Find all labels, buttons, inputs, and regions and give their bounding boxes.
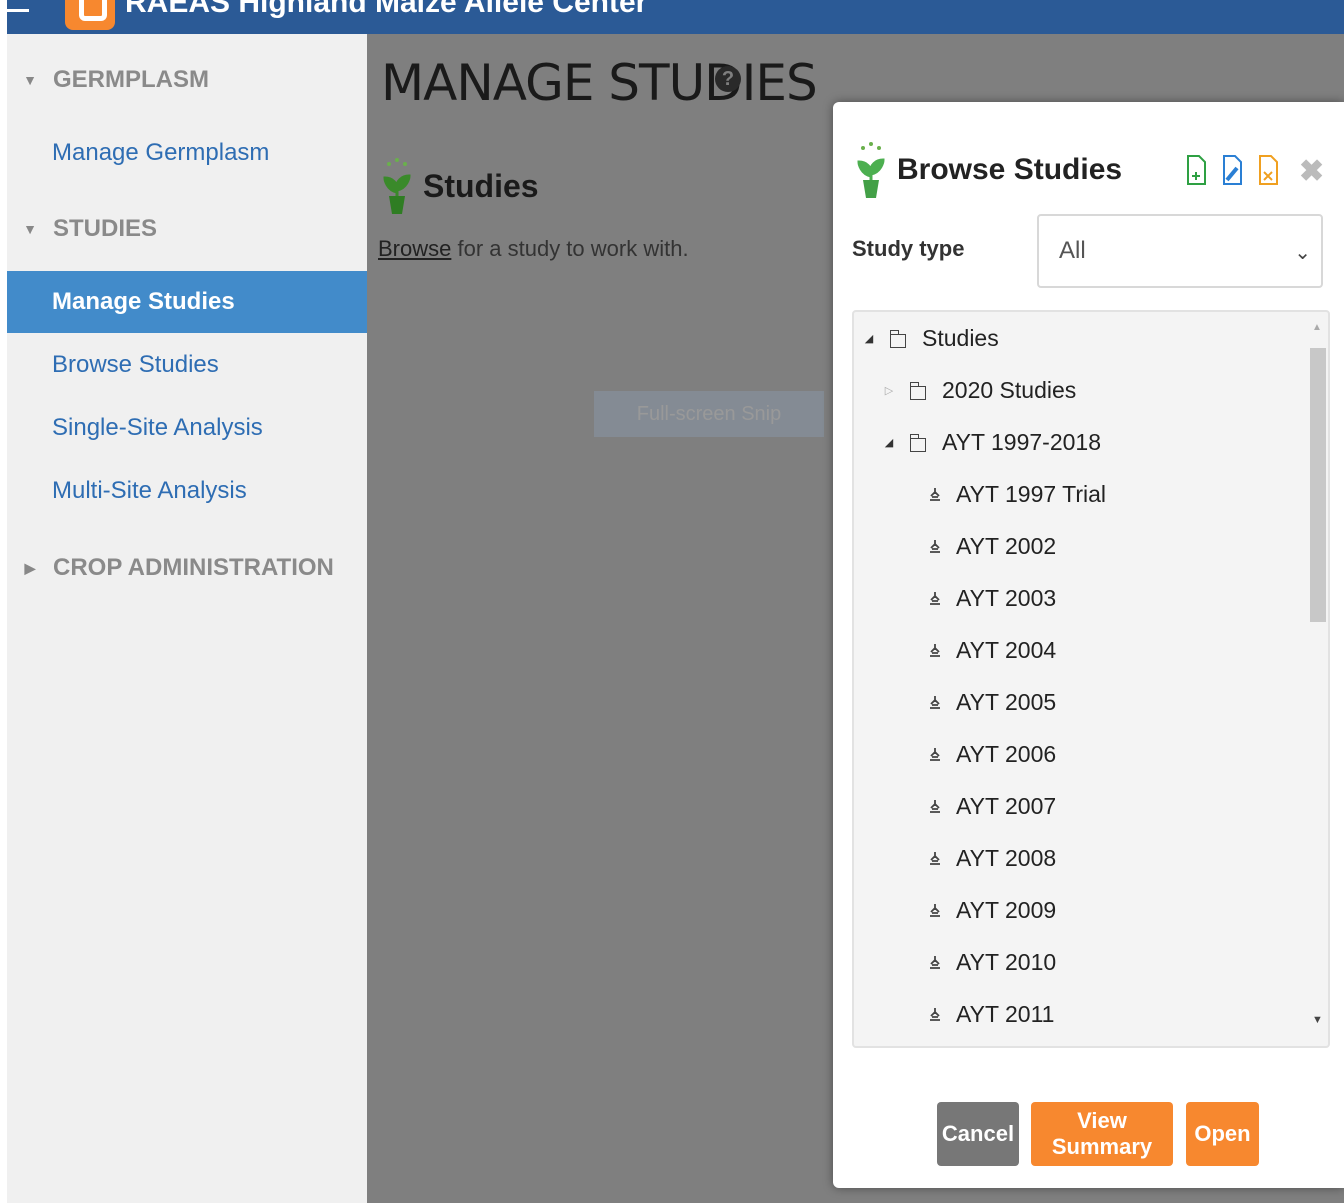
study-icon	[930, 852, 940, 865]
open-button[interactable]: Open	[1186, 1102, 1259, 1166]
folder-icon	[909, 382, 926, 400]
browse-text: for a study to work with.	[451, 236, 689, 261]
tree-node-study[interactable]: AYT 2002	[928, 526, 1056, 566]
tree-node-label: AYT 1997 Trial	[956, 480, 1107, 507]
study-icon	[930, 488, 940, 501]
edit-study-icon[interactable]	[1221, 154, 1243, 186]
sidebar-item-browse-studies[interactable]: Browse Studies	[7, 334, 367, 396]
tree-node-study[interactable]: AYT 2010	[928, 942, 1056, 982]
sidebar-item-single-site-analysis[interactable]: Single-Site Analysis	[7, 397, 367, 459]
sidebar-section-crop-administration[interactable]: ▶ CROP ADMINISTRATION	[7, 548, 367, 588]
modal-title: Browse Studies	[897, 153, 1123, 186]
tree-node-label: Studies	[922, 324, 999, 351]
tree-node-label: AYT 2011	[956, 1000, 1055, 1027]
sidebar-item-manage-germplasm[interactable]: Manage Germplasm	[7, 122, 367, 184]
app-logo[interactable]	[65, 0, 115, 30]
plant-sprout-icon	[857, 142, 885, 198]
study-icon	[930, 1008, 940, 1021]
screen-snip-overlay: Full-screen Snip	[594, 391, 824, 437]
tree-node-study[interactable]: AYT 2007	[928, 786, 1056, 826]
sidebar-section-studies[interactable]: ▼ STUDIES	[7, 209, 367, 249]
study-icon	[930, 956, 940, 969]
tree-scrollbar[interactable]: ▲ ▼	[1308, 312, 1328, 1046]
section-label: GERMPLASM	[53, 66, 209, 93]
new-study-icon[interactable]	[1185, 154, 1207, 186]
tree-node-label: AYT 2007	[956, 792, 1057, 819]
tree-node-study[interactable]: AYT 2009	[928, 890, 1056, 930]
scroll-down-icon[interactable]: ▼	[1312, 1014, 1323, 1026]
tree-node-label: 2020 Studies	[942, 376, 1077, 403]
menu-icon[interactable]	[7, 0, 29, 12]
cancel-button[interactable]: Cancel	[937, 1102, 1019, 1166]
sidebar: ▼ GERMPLASM Manage Germplasm ▼ STUDIES M…	[7, 34, 367, 1203]
tree-node-study[interactable]: AYT 2011	[928, 994, 1054, 1034]
tree-node-label: AYT 2008	[956, 844, 1057, 871]
app-window: RAEAS Highland Maize Allele Center ▼ GER…	[0, 0, 1344, 1203]
modal-header: Browse Studies	[855, 140, 1122, 200]
tree-node-label: AYT 2003	[956, 584, 1057, 611]
tree-node-label: AYT 2004	[956, 636, 1057, 663]
tree-node-label: AYT 1997-2018	[942, 428, 1101, 455]
tree-node-study[interactable]: AYT 2004	[928, 630, 1056, 670]
page-title: MANAGE STUDIES	[381, 54, 818, 112]
study-icon	[930, 800, 940, 813]
app-title: RAEAS Highland Maize Allele Center	[125, 0, 648, 19]
browse-instruction: Browse for a study to work with.	[378, 236, 689, 262]
sidebar-item-manage-studies[interactable]: Manage Studies	[7, 271, 367, 333]
tree-node-study[interactable]: AYT 2008	[928, 838, 1056, 878]
sidebar-section-germplasm[interactable]: ▼ GERMPLASM	[7, 60, 367, 100]
tree-node-ayt-1997-2018[interactable]: ◢ AYT 1997-2018	[882, 422, 1101, 462]
tree-node-study[interactable]: AYT 1997 Trial	[928, 474, 1106, 514]
tree-node-label: AYT 2005	[956, 688, 1057, 715]
caret-down-icon: ▼	[23, 221, 37, 237]
toggle-open-icon[interactable]: ◢	[862, 332, 876, 345]
scroll-up-icon[interactable]: ▲	[1312, 322, 1322, 333]
tree-node-study[interactable]: AYT 2005	[928, 682, 1056, 722]
study-type-value: All	[1059, 237, 1086, 264]
plant-sprout-icon	[383, 158, 411, 214]
delete-study-icon[interactable]	[1257, 154, 1279, 186]
studies-heading: Studies	[381, 156, 539, 216]
tree-node-label: AYT 2010	[956, 948, 1057, 975]
tree-node-label: AYT 2006	[956, 740, 1057, 767]
caret-right-icon: ▶	[24, 559, 36, 576]
studies-title: Studies	[423, 167, 539, 204]
caret-down-icon: ▼	[23, 72, 37, 88]
tree-node-2020-studies[interactable]: ▷ 2020 Studies	[882, 370, 1077, 410]
tree-node-study[interactable]: AYT 2003	[928, 578, 1056, 618]
study-icon	[930, 696, 940, 709]
section-label: CROP ADMINISTRATION	[53, 554, 334, 581]
top-navbar: RAEAS Highland Maize Allele Center	[7, 0, 1344, 34]
question-circle-icon[interactable]: ?	[715, 66, 741, 92]
toggle-closed-icon[interactable]: ▷	[882, 384, 896, 397]
study-type-select[interactable]: All ⌄	[1037, 214, 1323, 288]
toggle-open-icon[interactable]: ◢	[882, 436, 896, 449]
sidebar-item-multi-site-analysis[interactable]: Multi-Site Analysis	[7, 460, 367, 522]
tree-node-studies[interactable]: ◢ Studies	[862, 318, 999, 358]
browse-link[interactable]: Browse	[378, 236, 451, 261]
view-summary-button[interactable]: View Summary	[1031, 1102, 1173, 1166]
section-label: STUDIES	[53, 215, 158, 242]
tree-node-study[interactable]: AYT 2006	[928, 734, 1056, 774]
study-icon	[930, 904, 940, 917]
close-icon[interactable]: ✖	[1299, 154, 1324, 189]
study-icon	[930, 644, 940, 657]
tree-node-label: AYT 2009	[956, 896, 1057, 923]
folder-icon	[909, 434, 926, 452]
browse-studies-modal: Browse Studies ✖ Study type All ⌄ ◢ Stud…	[833, 102, 1344, 1188]
scrollbar-thumb[interactable]	[1310, 348, 1326, 622]
chevron-down-icon: ⌄	[1294, 242, 1311, 264]
folder-icon	[889, 330, 906, 348]
study-icon	[930, 540, 940, 553]
study-tree: ◢ Studies ▷ 2020 Studies ◢ AYT 1997-2018…	[852, 310, 1330, 1048]
tree-node-label: AYT 2002	[956, 532, 1057, 559]
study-type-label: Study type	[852, 236, 965, 261]
study-icon	[930, 748, 940, 761]
study-icon	[930, 592, 940, 605]
